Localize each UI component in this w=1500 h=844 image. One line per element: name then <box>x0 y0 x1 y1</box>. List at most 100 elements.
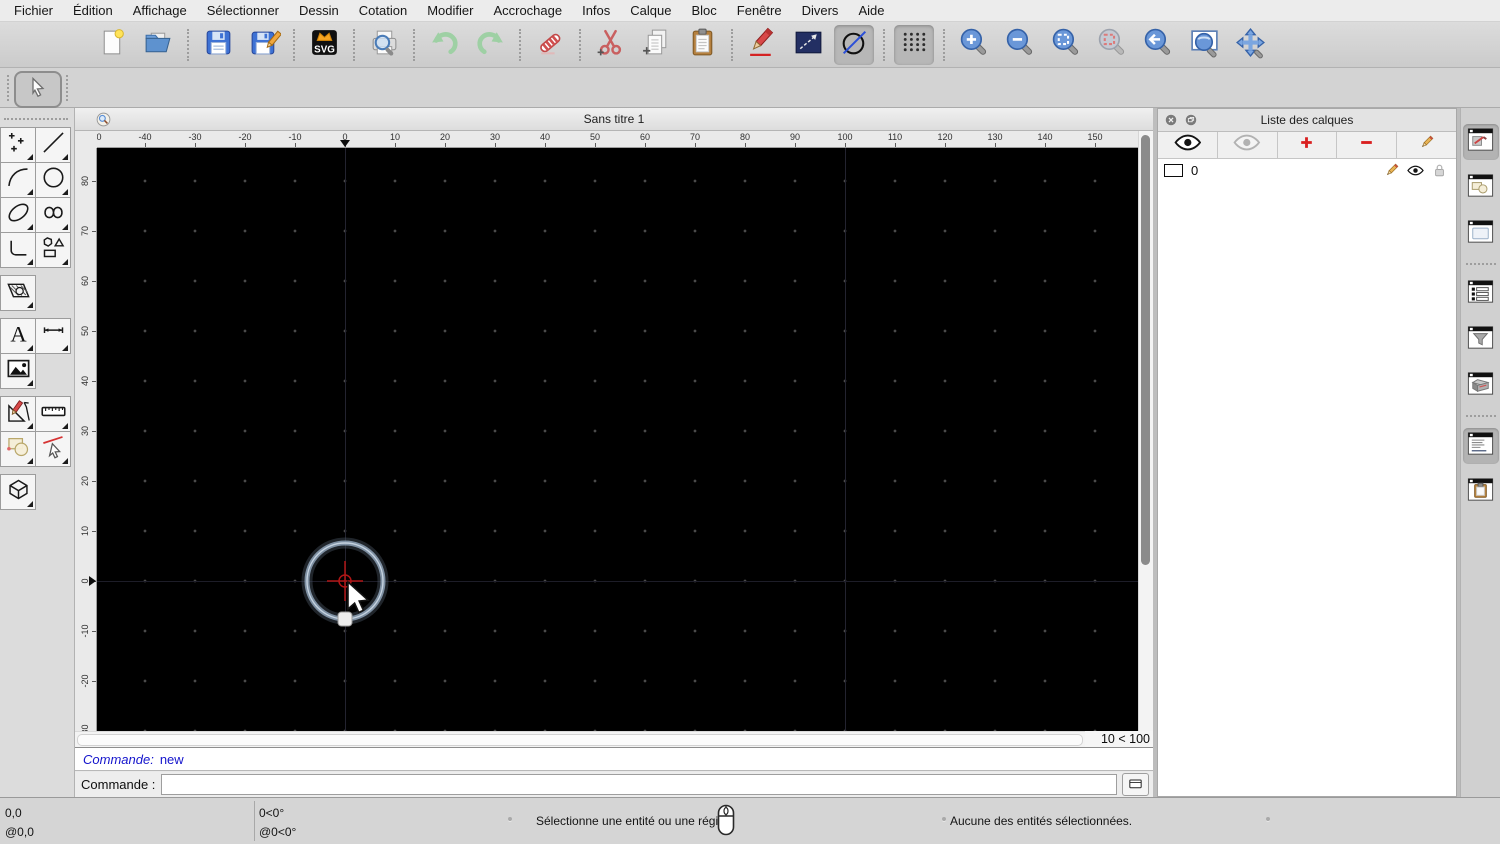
menu-cotation[interactable]: Cotation <box>349 3 417 18</box>
toolbar-separator <box>413 28 415 61</box>
tool-dimension-button[interactable] <box>35 318 71 354</box>
tool-polygon-shapes-button[interactable] <box>35 232 71 268</box>
tool-ellipse-button[interactable] <box>0 197 36 233</box>
layer-eye-open-icon[interactable] <box>1407 162 1424 179</box>
command-keyboard-button[interactable] <box>1122 773 1149 796</box>
horizontal-scrollbar-thumb[interactable] <box>77 734 1083 746</box>
ruler-h-tick <box>395 143 396 147</box>
draft-mode-button[interactable] <box>834 24 874 65</box>
measure-ruler-icon <box>40 398 67 430</box>
new-document-button[interactable] <box>92 25 132 65</box>
tool-explode-cursor-button[interactable] <box>35 431 71 467</box>
layer-lock-gray-icon[interactable] <box>1431 162 1448 179</box>
menu-affichage[interactable]: Affichage <box>123 3 197 18</box>
tool-circle-button[interactable] <box>35 162 71 198</box>
command-input[interactable] <box>161 774 1117 795</box>
layer-row[interactable]: 0 <box>1158 159 1456 182</box>
print-preview-button[interactable] <box>364 25 404 65</box>
tool-modify-tools-button[interactable] <box>0 396 36 432</box>
minus-red-icon <box>1358 134 1375 156</box>
ruler-v-label: -10 <box>80 624 90 638</box>
menu-infos[interactable]: Infos <box>572 3 620 18</box>
tool-text-button[interactable]: A <box>0 318 36 354</box>
grid-snap-handle[interactable] <box>337 611 353 627</box>
menu-fenetre[interactable]: Fenêtre <box>727 3 792 18</box>
undock-panel-button[interactable] <box>1184 113 1198 127</box>
zoom-window-button[interactable] <box>1184 25 1224 65</box>
hide-all-layers-button[interactable] <box>1218 132 1278 158</box>
cut-button[interactable] <box>590 25 630 65</box>
tool-hatch-button[interactable] <box>0 275 36 311</box>
dock-command-options-button[interactable] <box>1463 276 1499 312</box>
show-all-layers-button[interactable] <box>1158 132 1218 158</box>
layer-color-swatch[interactable] <box>1164 164 1183 177</box>
undo-button[interactable] <box>424 25 464 65</box>
menu-selectionner[interactable]: Sélectionner <box>197 3 289 18</box>
zoom-pan-button[interactable] <box>1230 25 1270 65</box>
toolbar-separator <box>943 28 945 61</box>
zoom-previous-button[interactable] <box>1092 25 1132 65</box>
dock-block-list-button[interactable] <box>1463 170 1499 206</box>
document-title-bar[interactable]: Sans titre 1 <box>75 108 1153 131</box>
remove-layer-button[interactable] <box>1337 132 1398 158</box>
dock-reference-views-button[interactable] <box>1463 368 1499 404</box>
copy-button[interactable] <box>636 25 676 65</box>
menu-fichier[interactable]: Fichier <box>14 3 63 18</box>
menu-calque[interactable]: Calque <box>620 3 681 18</box>
tool-spline-freehand-button[interactable] <box>35 197 71 233</box>
horizontal-scrollbar[interactable] <box>75 731 1085 747</box>
tool-measure-ruler-button[interactable] <box>35 396 71 432</box>
zoom-auto-button[interactable] <box>1046 25 1086 65</box>
palette-drag-handle[interactable] <box>4 118 68 120</box>
tool-arc-button[interactable] <box>0 162 36 198</box>
dock-library-browser-button[interactable] <box>1463 216 1499 252</box>
layer-pencil-edit-icon[interactable] <box>1383 162 1400 179</box>
tool-line-button[interactable] <box>35 127 71 163</box>
zoom-in-button[interactable] <box>954 25 994 65</box>
layer-list-panel: Liste des calques 0 <box>1157 108 1457 797</box>
menu-edition[interactable]: Édition <box>63 3 123 18</box>
add-layer-button[interactable] <box>1278 132 1338 158</box>
save-floppy-icon <box>202 26 235 64</box>
redo-button[interactable] <box>470 25 510 65</box>
line-attributes-button[interactable] <box>788 25 828 65</box>
tool-order-shapes-button[interactable] <box>0 431 36 467</box>
toolbar-drag-handle[interactable] <box>7 75 9 101</box>
vertical-scrollbar[interactable] <box>1138 131 1153 731</box>
select-tool-button[interactable] <box>14 71 62 108</box>
save-as-button[interactable] <box>244 25 284 65</box>
ruler-h-tick <box>295 143 296 147</box>
paste-button[interactable] <box>682 25 722 65</box>
grid-snap-button[interactable] <box>894 24 934 65</box>
open-file-button[interactable] <box>138 25 178 65</box>
save-button[interactable] <box>198 25 238 65</box>
dock-selection-filter-button[interactable] <box>1463 322 1499 358</box>
menu-dessin[interactable]: Dessin <box>289 3 349 18</box>
zoom-out-button[interactable] <box>1000 25 1040 65</box>
vertical-scrollbar-thumb[interactable] <box>1141 135 1150 565</box>
snap-cursor-overlay <box>301 537 389 627</box>
line-icon <box>40 129 67 161</box>
delete-entities-button[interactable] <box>530 25 570 65</box>
menu-bloc[interactable]: Bloc <box>681 3 726 18</box>
tool-block-3d-button[interactable] <box>0 474 36 510</box>
edit-layer-button[interactable] <box>1397 132 1456 158</box>
menu-accrochage[interactable]: Accrochage <box>483 3 572 18</box>
tool-polyline-button[interactable] <box>0 232 36 268</box>
toolbar-drag-handle[interactable] <box>66 75 68 101</box>
svg-export-button[interactable]: SVG <box>304 25 344 65</box>
ruler-v-label: 40 <box>80 376 90 387</box>
menu-aide[interactable]: Aide <box>848 3 894 18</box>
drawing-canvas[interactable] <box>97 148 1138 731</box>
close-panel-button[interactable] <box>1164 113 1178 127</box>
dock-clipboard-panel-button[interactable] <box>1463 474 1499 510</box>
dock-property-editor-button[interactable] <box>1462 124 1499 160</box>
tool-points-button[interactable] <box>0 127 36 163</box>
command-history-value: new <box>159 751 184 767</box>
dock-command-line-button[interactable] <box>1462 428 1499 464</box>
tool-image-button[interactable] <box>0 353 36 389</box>
menu-modifier[interactable]: Modifier <box>417 3 483 18</box>
pen-attributes-button[interactable] <box>742 25 782 65</box>
menu-divers[interactable]: Divers <box>792 3 849 18</box>
zoom-redraw-button[interactable] <box>1138 25 1178 65</box>
